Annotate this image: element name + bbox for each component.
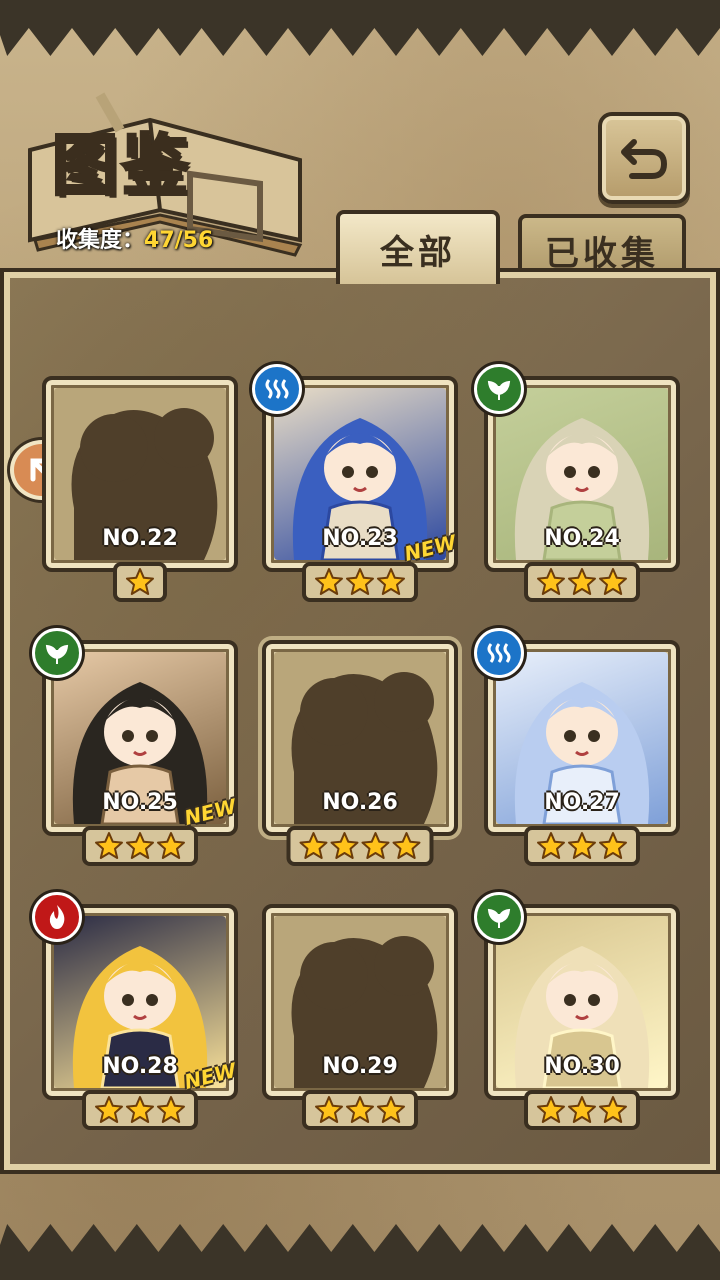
star-rating [524, 562, 640, 602]
star-icon [599, 568, 627, 595]
star-icon [568, 832, 596, 859]
star-icon [95, 1096, 123, 1123]
star-icon [377, 1096, 405, 1123]
star-icon [126, 568, 154, 595]
star-rating [113, 562, 167, 602]
leaf-icon [487, 380, 511, 400]
attribute-badge-water [474, 628, 524, 678]
flame-icon [49, 905, 65, 929]
card-no27[interactable]: NO.27 [474, 628, 680, 866]
star-icon [599, 1096, 627, 1123]
card-no26[interactable]: NO.26 [262, 640, 458, 866]
card-number: NO.22 [102, 526, 178, 551]
star-icon [126, 832, 154, 859]
star-rating [286, 826, 434, 866]
collection-label: 收集度： [56, 228, 145, 253]
card-number: NO.27 [544, 790, 620, 815]
attribute-badge-fire [32, 892, 82, 942]
star-icon [346, 568, 374, 595]
star-icon [330, 832, 359, 859]
tab-all[interactable]: 全部 [336, 210, 500, 284]
encyclopedia-screen: 图鉴 收集度：47/56 全部 已收集 NO.22 NO.23 NEW NO.24 NO… [0, 0, 720, 1280]
star-icon [346, 1096, 374, 1123]
star-icon [95, 832, 123, 859]
attribute-badge-wood [32, 628, 82, 678]
attribute-badge-wood [474, 364, 524, 414]
star-icon [361, 832, 390, 859]
attribute-badge-wood [474, 892, 524, 942]
torn-edge-top [0, 0, 720, 56]
star-rating [524, 826, 640, 866]
star-icon [377, 568, 405, 595]
back-arrow-icon [621, 139, 667, 179]
card-no30[interactable]: NO.30 [474, 892, 680, 1130]
attribute-badge-water [252, 364, 302, 414]
card-number: NO.30 [544, 1054, 620, 1079]
star-rating [302, 562, 418, 602]
card-number: NO.29 [322, 1054, 398, 1079]
star-icon [537, 832, 565, 859]
card-no28[interactable]: NO.28 NEW [32, 892, 239, 1130]
card-no29[interactable]: NO.29 [262, 904, 458, 1130]
star-icon [315, 568, 343, 595]
star-icon [568, 568, 596, 595]
card-no23[interactable]: NO.23 NEW [252, 364, 459, 602]
star-icon [315, 1096, 343, 1123]
star-icon [537, 1096, 565, 1123]
star-rating [302, 1090, 418, 1130]
star-icon [599, 832, 627, 859]
water-icon [265, 379, 289, 399]
page-title: 图鉴 [51, 125, 192, 206]
back-button[interactable] [598, 112, 690, 204]
water-icon [487, 643, 511, 663]
card-number: NO.26 [322, 790, 398, 815]
star-rating [82, 826, 198, 866]
star-icon [392, 832, 421, 859]
card-no24[interactable]: NO.24 [474, 364, 680, 602]
card-number: NO.24 [544, 526, 620, 551]
leaf-icon [45, 644, 69, 664]
star-rating [524, 1090, 640, 1130]
leaf-icon [487, 908, 511, 928]
star-icon [568, 1096, 596, 1123]
star-icon [299, 832, 328, 859]
star-icon [157, 1096, 185, 1123]
star-rating [82, 1090, 198, 1130]
star-icon [537, 568, 565, 595]
star-icon [157, 832, 185, 859]
torn-edge-bottom [0, 1224, 720, 1280]
card-no25[interactable]: NO.25 NEW [32, 628, 239, 866]
collection-value: 47/56 [144, 228, 214, 253]
card-no22[interactable]: NO.22 [42, 376, 238, 602]
collection-progress: 收集度：47/56 [56, 222, 213, 254]
star-icon [126, 1096, 154, 1123]
